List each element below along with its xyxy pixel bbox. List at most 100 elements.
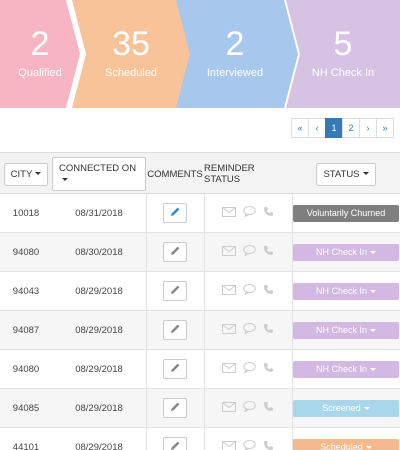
edit-comment-button[interactable] — [163, 242, 187, 262]
status-cell: Screened — [292, 389, 400, 427]
connected-on-cell: 08/29/2018 — [75, 324, 123, 336]
status-cell: NH Check In — [292, 272, 400, 310]
phone-icon[interactable] — [263, 245, 274, 259]
phone-icon[interactable] — [263, 440, 274, 450]
chat-bubble-icon[interactable] — [243, 245, 256, 259]
chat-bubble-icon[interactable] — [243, 323, 256, 337]
reminder-status-cell — [204, 428, 292, 450]
envelope-icon[interactable] — [222, 206, 236, 220]
phone-icon[interactable] — [263, 401, 274, 415]
pencil-icon — [170, 323, 181, 337]
status-sort-button[interactable]: STATUS — [316, 162, 376, 186]
edit-comment-button[interactable] — [163, 281, 187, 301]
last-page-button[interactable]: » — [376, 118, 394, 138]
stage-label: NH Check In — [311, 67, 375, 79]
table-row: 44101 08/29/2018 Scheduled — [0, 428, 400, 450]
pencil-icon — [170, 245, 181, 259]
status-dropdown[interactable]: Screened — [293, 399, 399, 417]
chat-bubble-icon[interactable] — [243, 362, 256, 376]
city-cell: 94087 — [12, 324, 40, 336]
reminder-status-cell — [204, 311, 292, 349]
table-row: 94080 08/30/2018 NH Check In — [0, 233, 400, 272]
status-dropdown[interactable]: Voluntarily Churned — [293, 204, 399, 222]
caret-down-icon — [370, 250, 377, 254]
phone-icon[interactable] — [263, 206, 274, 220]
pencil-icon — [170, 206, 181, 220]
connected-on-sort-button[interactable]: CONNECTED ON — [52, 157, 146, 191]
funnel-stage-nh-check-in[interactable]: 5 NH Check In — [286, 0, 400, 108]
stage-count: 2 — [30, 25, 50, 63]
city-cell: 10018 — [12, 207, 40, 219]
edit-comment-button[interactable] — [163, 320, 187, 340]
status-label: Voluntarily Churned — [306, 208, 386, 218]
chat-bubble-icon[interactable] — [243, 206, 256, 220]
funnel-stage-scheduled[interactable]: 35 Scheduled — [72, 0, 190, 108]
status-label: Screened — [322, 403, 361, 413]
table-row: 94043 08/29/2018 NH Check In — [0, 272, 400, 311]
status-dropdown[interactable]: NH Check In — [293, 243, 399, 261]
caret-down-icon — [35, 172, 42, 176]
chat-bubble-icon[interactable] — [243, 440, 256, 450]
funnel-stage-qualified[interactable]: 2 Qualified — [0, 0, 80, 108]
pencil-icon — [170, 440, 181, 450]
status-dropdown[interactable]: NH Check In — [293, 321, 399, 339]
comments-header: COMMENTS — [147, 168, 203, 180]
city-cell: 94085 — [12, 402, 40, 414]
city-cell: 94080 — [12, 363, 40, 375]
envelope-icon[interactable] — [222, 440, 236, 450]
reminder-status-cell — [204, 233, 292, 271]
status-header: STATUS — [292, 153, 400, 195]
status-label: NH Check In — [315, 325, 368, 335]
first-page-button[interactable]: « — [291, 118, 309, 138]
status-dropdown[interactable]: NH Check In — [293, 282, 399, 300]
pencil-icon — [170, 401, 181, 415]
table-row: 10018 08/31/2018 Voluntarily Churned — [0, 194, 400, 233]
edit-comment-button[interactable] — [163, 398, 187, 418]
phone-icon[interactable] — [263, 284, 274, 298]
edit-comment-button[interactable] — [163, 437, 187, 450]
city-cell: 94043 — [12, 285, 40, 297]
table-row: 94087 08/29/2018 NH Check In — [0, 311, 400, 350]
connected-on-cell: 08/29/2018 — [75, 441, 123, 450]
connected-on-cell: 08/30/2018 — [75, 246, 123, 258]
reminder-status-cell — [204, 350, 292, 388]
pencil-icon — [170, 362, 181, 376]
envelope-icon[interactable] — [222, 323, 236, 337]
status-label: Scheduled — [320, 442, 363, 450]
envelope-icon[interactable] — [222, 401, 236, 415]
status-cell: Voluntarily Churned — [292, 194, 400, 232]
stage-count: 2 — [225, 25, 245, 63]
page-1-button[interactable]: 1 — [325, 118, 343, 138]
caret-down-icon — [363, 406, 370, 410]
stage-label: Interviewed — [206, 67, 264, 79]
table-body: 10018 08/31/2018 Voluntarily Churned 940… — [0, 194, 400, 450]
envelope-icon[interactable] — [222, 284, 236, 298]
comments-cell — [146, 311, 204, 349]
envelope-icon[interactable] — [222, 362, 236, 376]
next-page-button[interactable]: › — [359, 118, 377, 138]
city-header: CITY — [0, 153, 52, 195]
envelope-icon[interactable] — [222, 245, 236, 259]
status-label: NH Check In — [315, 286, 368, 296]
connected-on-cell: 08/31/2018 — [75, 207, 123, 219]
page-2-button[interactable]: 2 — [342, 118, 360, 138]
edit-comment-button[interactable] — [163, 359, 187, 379]
status-cell: Scheduled — [292, 428, 400, 450]
connected-on-cell: 08/29/2018 — [75, 285, 123, 297]
chat-bubble-icon[interactable] — [243, 284, 256, 298]
status-cell: NH Check In — [292, 233, 400, 271]
table-row: 94085 08/29/2018 Screened — [0, 389, 400, 428]
funnel-stage-interviewed[interactable]: 2 Interviewed — [172, 0, 298, 108]
comments-cell — [146, 428, 204, 450]
connected-on-cell: 08/29/2018 — [75, 363, 123, 375]
edit-comment-button[interactable] — [163, 203, 187, 223]
city-sort-button[interactable]: CITY — [3, 162, 49, 186]
status-dropdown[interactable]: Scheduled — [293, 438, 399, 450]
prev-page-button[interactable]: ‹ — [308, 118, 326, 138]
chat-bubble-icon[interactable] — [243, 401, 256, 415]
pagination: « ‹ 1 2 › » — [291, 118, 394, 138]
phone-icon[interactable] — [263, 323, 274, 337]
pencil-icon — [170, 284, 181, 298]
status-dropdown[interactable]: NH Check In — [293, 360, 399, 378]
phone-icon[interactable] — [263, 362, 274, 376]
